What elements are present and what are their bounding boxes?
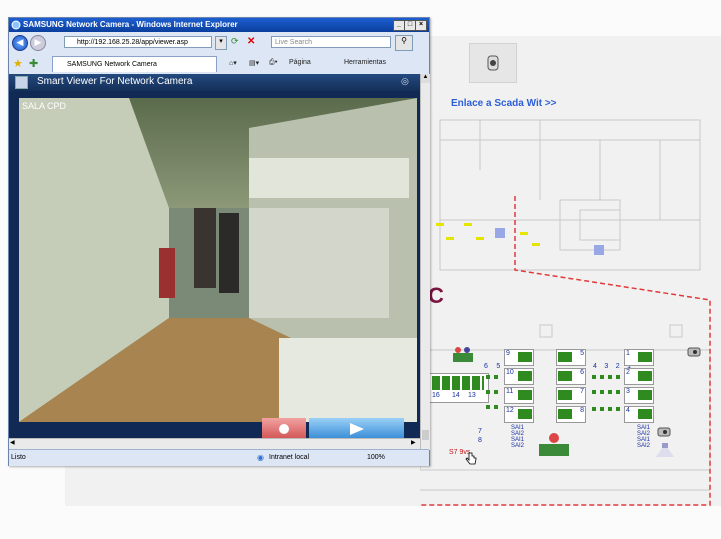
rack[interactable]: 9 bbox=[504, 349, 534, 366]
tab-row: ★ ✚ SAMSUNG Network Camera ⌂▾ ▤▾ ⎙▾ Pági… bbox=[9, 54, 429, 75]
status-text: Listo bbox=[11, 454, 26, 461]
ie-logo-icon bbox=[11, 20, 21, 30]
home-icon[interactable]: ⌂▾ bbox=[229, 59, 237, 67]
tools-menu[interactable]: Herramientas bbox=[344, 59, 386, 66]
rack[interactable]: 5 bbox=[556, 349, 586, 366]
back-button[interactable]: ◀ bbox=[12, 35, 28, 51]
status-bar: Listo ◉ Intranet local 100% bbox=[9, 449, 429, 466]
spotlight-icon bbox=[656, 443, 674, 457]
rack-id: 5 bbox=[580, 350, 584, 357]
camera-icon[interactable] bbox=[687, 346, 703, 358]
rack-id: 9 bbox=[506, 350, 510, 357]
window-title: SAMSUNG Network Camera - Windows Interne… bbox=[23, 20, 238, 29]
address-bar[interactable]: http://192.168.25.28/app/viewer.asp bbox=[64, 36, 212, 48]
camera-button[interactable] bbox=[469, 43, 517, 83]
rack[interactable]: 1 bbox=[624, 349, 654, 366]
viewer-header: Smart Viewer For Network Camera ◎ bbox=[9, 74, 429, 91]
rack-id: 16 bbox=[432, 392, 440, 399]
play-button[interactable] bbox=[309, 418, 404, 438]
tab-samsung-camera[interactable]: SAMSUNG Network Camera bbox=[52, 56, 217, 72]
room-letter: C bbox=[428, 283, 444, 308]
favorites-star-icon[interactable]: ★ bbox=[13, 57, 23, 70]
hand-cursor-icon bbox=[465, 452, 477, 465]
rack-id: 1 bbox=[626, 350, 630, 357]
refresh-icon[interactable]: ⟳ bbox=[231, 36, 243, 48]
rack-group-bottom[interactable]: 16 14 13 bbox=[429, 373, 489, 403]
horizontal-scrollbar[interactable]: ◀ ▶ bbox=[9, 438, 420, 449]
scroll-left-arrow[interactable]: ◀ bbox=[10, 439, 15, 446]
record-button[interactable] bbox=[262, 418, 306, 438]
record-icon bbox=[279, 424, 289, 434]
people-icon bbox=[453, 347, 473, 362]
address-dropdown-button[interactable]: ▾ bbox=[215, 36, 227, 50]
vertical-scrollbar[interactable]: ▲ bbox=[420, 74, 430, 450]
camera-video-feed[interactable]: SALA CPD bbox=[19, 98, 417, 422]
title-bar: SAMSUNG Network Camera - Windows Interne… bbox=[9, 18, 429, 32]
status-dots bbox=[486, 375, 620, 411]
video-scene bbox=[19, 98, 417, 422]
address-toolbar: ◀ ▶ http://192.168.25.28/app/viewer.asp … bbox=[9, 32, 429, 54]
globe-icon: ◉ bbox=[257, 453, 264, 462]
search-button[interactable]: ⚲ bbox=[395, 35, 413, 51]
sai-label: SAI2 bbox=[511, 443, 525, 449]
page-menu[interactable]: Página bbox=[289, 59, 311, 66]
add-favorites-icon[interactable]: ✚ bbox=[29, 57, 38, 70]
eye-icon[interactable]: ◎ bbox=[401, 76, 409, 87]
rack-id: 14 bbox=[452, 392, 460, 399]
scroll-up-arrow[interactable]: ▲ bbox=[421, 74, 430, 83]
status-zone: Intranet local bbox=[269, 454, 310, 461]
zoom-level[interactable]: 100% bbox=[367, 454, 385, 461]
scada-link[interactable]: Enlace a Scada Wit >> bbox=[451, 98, 557, 109]
sai-label: SAI2 bbox=[637, 443, 651, 449]
camera-icon bbox=[487, 55, 499, 71]
play-icon bbox=[350, 423, 364, 435]
operator-icon[interactable] bbox=[537, 432, 571, 458]
feeds-icon[interactable]: ▤▾ bbox=[249, 59, 259, 67]
close-button[interactable]: × bbox=[415, 20, 427, 31]
scroll-thumb[interactable] bbox=[422, 430, 429, 440]
camera-name: SALA CPD bbox=[22, 101, 67, 111]
dot-num-b: 8 bbox=[478, 437, 482, 444]
search-input[interactable]: Live Search bbox=[271, 36, 391, 48]
stop-icon[interactable]: ✕ bbox=[247, 36, 259, 48]
print-icon[interactable]: ⎙▾ bbox=[269, 59, 278, 67]
sai-right-group[interactable]: SAI1 SAI2 SAI1 SAI2 bbox=[637, 425, 650, 449]
sai-left-group[interactable]: SAI1 SAI2 SAI1 SAI2 bbox=[511, 425, 524, 449]
rack-id: 13 bbox=[468, 392, 476, 399]
scroll-right-arrow[interactable]: ▶ bbox=[411, 439, 416, 446]
forward-button[interactable]: ▶ bbox=[30, 35, 46, 51]
browser-window: SAMSUNG Network Camera - Windows Interne… bbox=[8, 17, 430, 466]
camera-icon[interactable] bbox=[657, 426, 673, 438]
viewer-logo-icon bbox=[15, 76, 28, 89]
viewer-title: Smart Viewer For Network Camera bbox=[37, 76, 193, 87]
